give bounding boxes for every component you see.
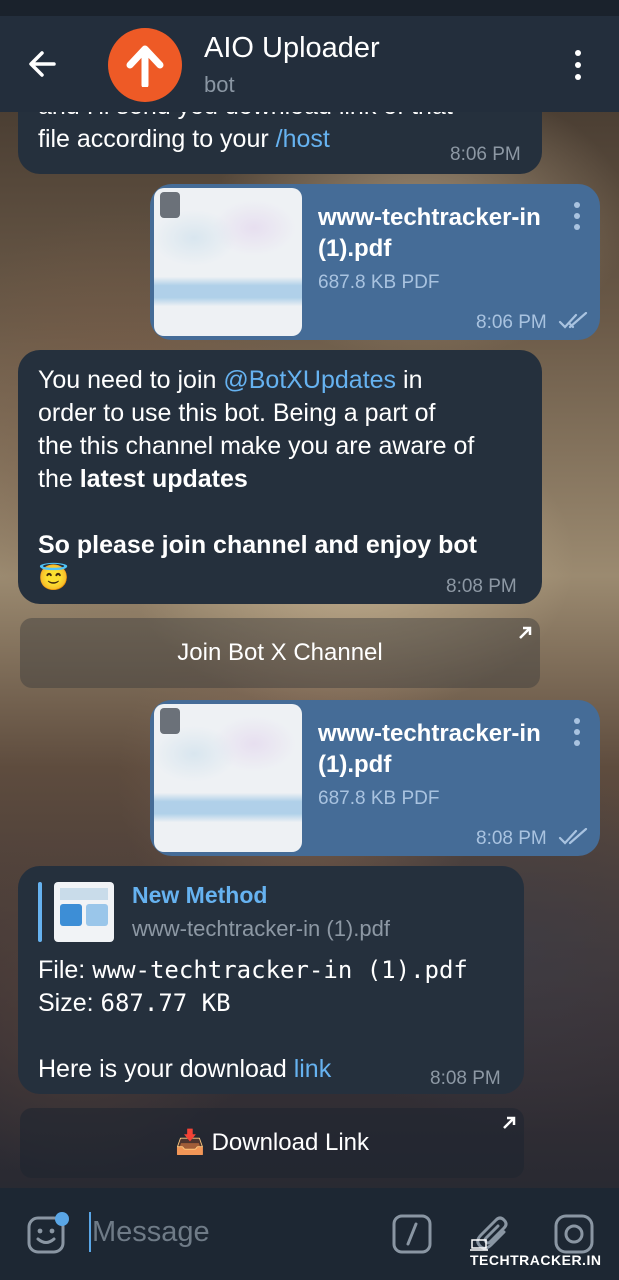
chat-subtitle: bot	[204, 72, 235, 97]
outgoing-file-message[interactable]: www-techtracker-in (1).pdf 687.8 KB PDF …	[150, 700, 600, 856]
text-span: file according to your	[38, 125, 276, 153]
message-text: You need to join @BotXUpdates in order t…	[38, 364, 538, 595]
message-line: So please join channel and enjoy bot	[38, 531, 477, 559]
double-check-icon	[558, 828, 588, 845]
incoming-message[interactable]: New Method www-techtracker-in (1).pdf Fi…	[18, 866, 524, 1094]
size-value: 687.77 KB	[100, 989, 231, 1017]
status-bar	[0, 0, 619, 16]
open-link-arrow-icon	[503, 1116, 516, 1129]
bold-text: latest updates	[79, 465, 248, 493]
message-list[interactable]: and I'll send you download link of that …	[0, 112, 619, 1188]
message-time: 8:06 PM	[450, 144, 521, 165]
reply-bar	[38, 882, 42, 942]
text-span: Size:	[38, 989, 101, 1017]
file-value: www-techtracker-in (1).pdf	[92, 956, 468, 984]
message-line: Size: 687.77 KB	[38, 987, 518, 1020]
channel-mention-link[interactable]: @BotXUpdates	[223, 366, 396, 394]
message-time: 8:08 PM	[430, 1068, 501, 1089]
text-span: File:	[38, 956, 93, 984]
watermark-text: TECHTRACKER.IN	[470, 1252, 602, 1268]
message-line: and I'll send you download link of that	[38, 112, 538, 123]
file-name-line: (1).pdf	[318, 235, 392, 262]
download-link-button[interactable]: 📥 Download Link	[20, 1108, 524, 1178]
file-size: 687.8 KB PDF	[318, 272, 440, 293]
watermark: TECHTRACKER.IN	[470, 1236, 619, 1268]
reply-title: New Method	[132, 882, 268, 908]
message-time: 8:08 PM	[446, 576, 517, 597]
text-span: in	[396, 366, 423, 394]
file-size: 687.8 KB PDF	[318, 788, 440, 809]
download-link[interactable]: link	[294, 1055, 332, 1083]
outgoing-file-message[interactable]: www-techtracker-in (1).pdf 687.8 KB PDF …	[150, 184, 600, 340]
message-time: 8:06 PM	[476, 312, 547, 333]
message-text: File: www-techtracker-in (1).pdf Size: 6…	[38, 954, 518, 1086]
more-options-icon[interactable]	[566, 50, 590, 84]
open-link-arrow-icon	[519, 626, 532, 639]
file-thumbnail[interactable]	[154, 704, 302, 852]
back-button[interactable]	[24, 44, 72, 84]
message-line: the this channel make you are aware of	[38, 432, 475, 460]
text-span: the	[38, 465, 80, 493]
file-name: www-techtracker-in (1).pdf	[318, 202, 541, 264]
file-name-line: www-techtracker-in	[318, 204, 541, 231]
button-label: Download Link	[211, 1129, 369, 1156]
reply-thumbnail[interactable]	[54, 882, 114, 942]
message-line: order to use this bot. Being a part of	[38, 399, 436, 427]
sticker-emoji-icon[interactable]	[26, 1212, 72, 1258]
reply-subtitle: www-techtracker-in (1).pdf	[132, 916, 390, 941]
file-thumbnail[interactable]	[154, 188, 302, 336]
message-input[interactable]: Message	[92, 1216, 210, 1249]
message-line: File: www-techtracker-in (1).pdf	[38, 954, 518, 987]
message-line: the latest updates	[38, 463, 538, 496]
double-check-icon	[558, 312, 588, 329]
text-caret	[89, 1212, 91, 1252]
chat-header: AIO Uploader bot	[0, 16, 619, 112]
text-span: You need to join	[38, 366, 224, 394]
join-channel-button[interactable]: Join Bot X Channel	[20, 618, 540, 688]
upload-arrow-icon	[126, 45, 164, 87]
file-menu-icon[interactable]	[572, 202, 582, 235]
bot-commands-icon[interactable]	[392, 1214, 432, 1254]
message-time: 8:08 PM	[476, 828, 547, 849]
file-menu-icon[interactable]	[572, 718, 582, 751]
inbox-tray-icon: 📥	[175, 1129, 205, 1156]
file-name-line: (1).pdf	[318, 751, 392, 778]
incoming-message[interactable]: and I'll send you download link of that …	[18, 112, 542, 174]
back-arrow-icon	[29, 51, 56, 77]
chat-title[interactable]: AIO Uploader	[204, 32, 380, 65]
host-command-link[interactable]: /host	[276, 125, 330, 153]
message-line: You need to join @BotXUpdates in	[38, 364, 538, 397]
incoming-message[interactable]: You need to join @BotXUpdates in order t…	[18, 350, 542, 604]
button-label: Join Bot X Channel	[177, 639, 383, 666]
bot-avatar[interactable]	[108, 28, 182, 102]
laptop-logo-icon	[470, 1239, 488, 1252]
text-span: Here is your download	[38, 1055, 294, 1083]
file-name: www-techtracker-in (1).pdf	[318, 718, 541, 780]
file-name-line: www-techtracker-in	[318, 720, 541, 747]
